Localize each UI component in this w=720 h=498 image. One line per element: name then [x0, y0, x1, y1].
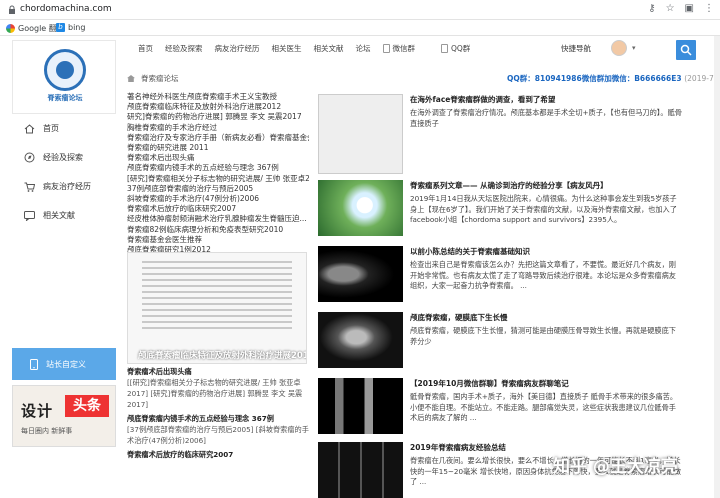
nav-doctors[interactable]: 相关医生	[272, 43, 302, 54]
logo-text: 脊索瘤论坛	[47, 94, 83, 102]
feed-card[interactable]: 【2019年10月微信群聊】脊索瘤病友群聊笔记 骶骨脊索瘤，国内手术+质子，海外…	[318, 378, 678, 434]
compass-icon	[24, 152, 35, 163]
nav-wechat[interactable]: 微信群	[382, 43, 415, 54]
nav-experience[interactable]: 经验及探索	[165, 43, 203, 54]
feed-summary: 骶骨脊索瘤，国内手术+质子，海外【美目德】直接质子 骶骨手术带来的很多痛苦。小便…	[410, 392, 678, 422]
list-item[interactable]: 胸椎脊索瘤的手术治疗经过	[127, 123, 309, 133]
home-icon[interactable]	[127, 75, 135, 82]
list-item-body: [37例颅底部脊索瘤的治疗与预后2005] [斜坡脊索瘤的手术治疗(47例分析)…	[127, 425, 309, 445]
breadcrumb: 脊索瘤论坛	[127, 73, 179, 84]
scrollbar[interactable]	[714, 36, 720, 498]
list-item[interactable]: 著名神经外科医生颅底脊索瘤手术王义宝教授	[127, 92, 309, 102]
feed-thumbnail	[318, 442, 403, 498]
sidebar-item-experience[interactable]: 经验及探索	[12, 143, 116, 172]
list-item[interactable]: 脊索瘤术后出现头痛	[127, 153, 309, 163]
bookmark-bing[interactable]: b bing	[56, 23, 85, 32]
list-item[interactable]: 37例颅底部脊索瘤的治疗与预后2005	[127, 184, 309, 194]
list-item-title[interactable]: 颅底脊索瘤内镜手术的五点经验与理念 367例	[127, 413, 309, 424]
feed-title[interactable]: 在海外face脊索瘤群做的调查，看到了希望	[410, 94, 555, 105]
phone-icon	[30, 358, 38, 370]
list-item[interactable]: 脊索瘤的研究进展 2011	[127, 143, 309, 153]
sidebar-item-literature[interactable]: 相关文献	[12, 201, 116, 230]
feed-title[interactable]: 颅底脊索瘤，硬膜底下生长慢	[410, 312, 508, 323]
feed-thumbnail	[318, 180, 403, 236]
nav-forum[interactable]: 论坛	[356, 43, 371, 54]
extension-icon[interactable]: ▣	[685, 3, 694, 14]
feed-thumbnail	[318, 246, 403, 302]
list-item-body: [[研究]脊索瘤相关分子标志物的研究进展/ 王帅 张亚卓 2017] [研究]脊…	[127, 378, 303, 409]
cart-icon	[24, 182, 35, 192]
feed-summary: 2019年1月14日我从天坛医院出院来，心情很痛。为什么这种事会发生到我5岁孩子…	[410, 194, 677, 224]
menu-icon[interactable]: ⋮	[704, 3, 714, 14]
feed-card[interactable]: 脊索瘤系列文章—— 从确诊到治疗的经验分享【病友风丹】 2019年1月14日我从…	[318, 180, 678, 236]
site-logo[interactable]: 脊索瘤论坛	[12, 40, 116, 114]
list-item[interactable]: 颅底脊索瘤临床特征及放射外科治疗进展2012	[127, 102, 309, 112]
top-nav: 首页 经验及探索 病友治疗经历 相关医生 相关文献 论坛 微信群 QQ群	[138, 43, 482, 54]
featured-caption: 颅底脊索瘤临床特征及放射外科治疗进展2012	[138, 351, 307, 361]
feed-title[interactable]: 以前小陈总结的关于脊索瘤基础知识	[410, 246, 530, 257]
nav-qq[interactable]: QQ群	[441, 43, 470, 54]
list-item[interactable]: 颅底脊索瘤内镜手术的五点经验与理念 367例	[127, 163, 309, 173]
sidebar-item-home[interactable]: 首页	[12, 114, 116, 143]
feed-card[interactable]: 颅底脊索瘤，硬膜底下生长慢 颅底脊索瘤，硬膜底下生长慢，猜测可能是由硬膜压骨导致…	[318, 312, 678, 368]
phone-icon	[382, 44, 390, 53]
sidebar-custom-button[interactable]: 站长自定义	[12, 348, 116, 380]
list-item[interactable]: 经皮椎体肿瘤射频消融术治疗乳腺肿瘤发生脊髓压迫...	[127, 214, 309, 224]
address-bar[interactable]: chordomachina.com ⚷ ☆ ▣ ⋮	[0, 0, 720, 20]
feed-card[interactable]: 以前小陈总结的关于脊索瘤基础知识 检查出来自己是脊索瘤该怎么办？先把这篇文章看了…	[318, 246, 678, 302]
feed-summary: 颅底脊索瘤，硬膜底下生长慢，猜测可能是由硬膜压骨导致生长慢。再就是硬膜底下养分少	[410, 326, 676, 346]
list-item[interactable]: 斜坡脊索瘤的手术治疗(47例分析)2006	[127, 194, 309, 204]
sidebar-item-stories[interactable]: 病友治疗经历	[12, 172, 116, 201]
feed-title[interactable]: 【2019年10月微信群聊】脊索瘤病友群聊笔记	[410, 378, 569, 389]
bookmarks-bar: Google 翻译 b bing	[0, 20, 720, 36]
bing-icon: b	[56, 23, 65, 32]
feed-title[interactable]: 脊索瘤系列文章—— 从确诊到治疗的经验分享【病友风丹】	[410, 180, 608, 191]
featured-article-image[interactable]: 颅底脊索瘤临床特征及放射外科治疗进展2012	[127, 252, 307, 364]
home-icon	[24, 123, 35, 133]
nav-literature[interactable]: 相关文献	[314, 43, 344, 54]
document-preview	[142, 261, 292, 333]
feed-summary: 在海外调查了脊索瘤治疗情况。颅底基本都是手术全切+质子，【也有但马刀的】。骶骨直…	[410, 108, 682, 128]
google-icon	[6, 24, 15, 33]
list-item[interactable]: 脊索瘤治疗及专家治疗手册（新病友必看）脊索瘤基金会...	[127, 133, 309, 143]
nav-home[interactable]: 首页	[138, 43, 153, 54]
quick-nav[interactable]: 快捷导航	[561, 43, 591, 54]
ad-banner[interactable]: 设计 头条 每日圈内 新鲜事	[12, 385, 116, 447]
list-item[interactable]: 脊索瘤术后放疗的临床研究2007	[127, 204, 309, 214]
phone-icon	[441, 44, 448, 53]
feed-thumbnail	[318, 312, 403, 368]
list-item-title[interactable]: 脊索瘤术后放疗的临床研究2007	[127, 449, 309, 460]
article-list: 著名神经外科医生颅底脊索瘤手术王义宝教授 颅底脊索瘤临床特征及放射外科治疗进展2…	[127, 92, 309, 255]
feed-summary: 检查出来自己是脊索瘤该怎么办？先把这篇文章看了，不要慌。最近好几个病友，刚开始非…	[410, 260, 676, 290]
watermark: 知乎 @王大凉亮	[553, 457, 678, 477]
feed-thumbnail	[318, 378, 403, 434]
list-item[interactable]: [研究]脊索瘤相关分子标志物的研究进展/ 王帅 张亚卓2017	[127, 174, 309, 184]
list-item[interactable]: 脊索瘤82例临床病理分析和免疫表型研究2010	[127, 225, 309, 235]
feed-thumbnail	[318, 94, 403, 174]
nav-patient-stories[interactable]: 病友治疗经历	[215, 43, 260, 54]
lock-icon	[9, 5, 15, 14]
avatar[interactable]	[611, 40, 627, 56]
browser-toolbar-icons: ⚷ ☆ ▣ ⋮	[648, 3, 714, 14]
sidebar: 首页 经验及探索 病友治疗经历 相关文献	[12, 114, 116, 230]
chat-icon	[24, 210, 35, 221]
star-icon[interactable]: ☆	[666, 3, 675, 14]
article-summary-list: 脊索瘤术后出现头痛 [[研究]脊索瘤相关分子标志物的研究进展/ 王帅 张亚卓 2…	[127, 363, 309, 460]
url-text[interactable]: chordomachina.com	[20, 4, 112, 14]
feed-card[interactable]: 在海外face脊索瘤群做的调查，看到了希望 在海外调查了脊索瘤治疗情况。颅底基本…	[318, 94, 682, 174]
list-item[interactable]: 研究]脊索瘤的药物治疗进展] 郭腾昱 李文 吴震2017	[127, 112, 309, 122]
feed-title[interactable]: 2019年脊索瘤病友经验总结	[410, 442, 506, 453]
contact-info: QQ群：810941986微信群加微信：B666666E3 (2019-7-10…	[507, 74, 720, 83]
list-item[interactable]: 脊索瘤基金会医生推荐	[127, 235, 309, 245]
list-item-title[interactable]: 脊索瘤术后出现头痛	[127, 366, 309, 377]
chevron-down-icon[interactable]: ▾	[632, 44, 636, 52]
key-icon[interactable]: ⚷	[648, 3, 655, 14]
search-button[interactable]	[676, 40, 696, 60]
logo-emblem	[44, 49, 86, 91]
search-icon	[680, 44, 692, 56]
